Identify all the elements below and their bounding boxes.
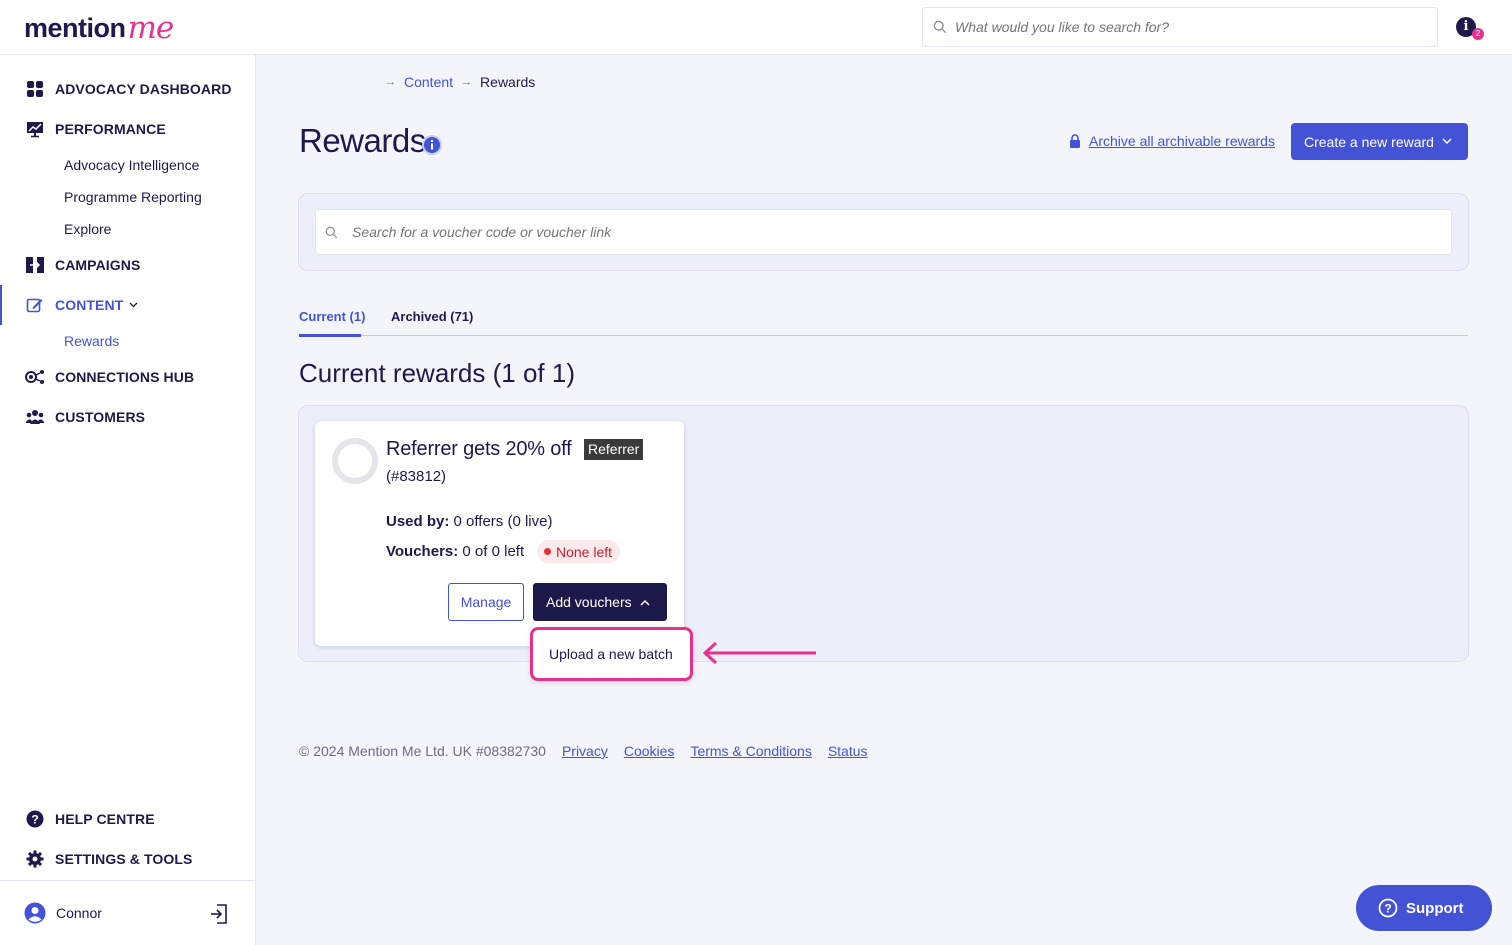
add-vouchers-dropdown: Upload a new batch xyxy=(530,627,693,681)
footer-copyright: © 2024 Mention Me Ltd. UK #08382730 xyxy=(299,743,546,759)
used-by-value: 0 offers (0 live) xyxy=(449,513,553,530)
sidebar-item-label: CAMPAIGNS xyxy=(55,257,141,273)
sidebar-item-help-centre[interactable]: ? HELP CENTRE xyxy=(0,799,255,839)
sidebar-item-campaigns[interactable]: CAMPAIGNS xyxy=(0,245,255,285)
vouchers-label: Vouchers: xyxy=(386,543,459,560)
reward-card: Referrer gets 20% off Referrer (#83812) … xyxy=(315,421,684,646)
customers-icon xyxy=(24,406,46,428)
sidebar-item-label: CUSTOMERS xyxy=(55,409,146,425)
sidebar-subitem-explore[interactable]: Explore xyxy=(0,213,255,245)
status-dot-icon xyxy=(544,548,551,555)
footer-link-terms[interactable]: Terms & Conditions xyxy=(690,743,811,759)
search-icon xyxy=(325,226,338,238)
sidebar-item-settings-tools[interactable]: SETTINGS & TOOLS xyxy=(0,839,255,879)
tab-archived[interactable]: Archived (71) xyxy=(391,309,473,324)
arrow-right-icon: → xyxy=(385,76,396,88)
svg-text:?: ? xyxy=(1384,902,1391,916)
voucher-search-box[interactable] xyxy=(315,209,1452,255)
upload-new-batch-option[interactable]: Upload a new batch xyxy=(549,646,673,662)
logout-icon[interactable] xyxy=(208,903,230,925)
archive-all-link-label: Archive all archivable rewards xyxy=(1089,133,1275,149)
reward-vouchers: Vouchers: 0 of 0 left xyxy=(386,543,524,560)
gear-icon xyxy=(24,848,46,870)
logo-me-script: me xyxy=(127,10,175,46)
sidebar-bottom-nav: ? HELP CENTRE SETTINGS & TOOLS xyxy=(0,799,255,879)
top-bar: mentionme i 2 xyxy=(0,0,1512,55)
reward-avatar xyxy=(332,438,378,484)
voucher-search-input[interactable] xyxy=(352,224,1432,240)
status-badge-label: None left xyxy=(556,543,613,560)
arrow-right-icon: → xyxy=(461,76,473,88)
footer: © 2024 Mention Me Ltd. UK #08382730 Priv… xyxy=(299,743,884,759)
reward-id: (#83812) xyxy=(386,468,447,485)
dashboard-icon xyxy=(24,78,46,100)
sidebar-subitem-programme-reporting[interactable]: Programme Reporting xyxy=(0,181,255,213)
support-label: Support xyxy=(1406,899,1464,917)
sidebar-item-connections-hub[interactable]: CONNECTIONS HUB xyxy=(0,357,255,397)
callout-arrow-icon xyxy=(702,641,816,665)
vouchers-value: 0 of 0 left xyxy=(458,543,525,560)
manage-button[interactable]: Manage xyxy=(448,583,524,621)
reward-title[interactable]: Referrer gets 20% off xyxy=(386,438,572,461)
sidebar: ADVOCACY DASHBOARD PERFORMANCE Advocacy … xyxy=(0,55,256,945)
lock-icon xyxy=(1070,134,1080,148)
footer-link-privacy[interactable]: Privacy xyxy=(562,743,608,759)
support-button[interactable]: ? Support xyxy=(1356,885,1492,931)
help-circle-icon: ? xyxy=(1378,898,1398,918)
create-new-reward-label: Create a new reward xyxy=(1304,133,1434,150)
info-icon[interactable] xyxy=(422,135,442,155)
reward-used-by: Used by: 0 offers (0 live) xyxy=(386,513,552,530)
tab-current[interactable]: Current (1) xyxy=(299,309,365,337)
sidebar-item-label: CONNECTIONS HUB xyxy=(55,369,195,385)
chevron-down-icon xyxy=(129,300,138,311)
status-badge: None left xyxy=(537,540,621,563)
breadcrumb: → Content → Rewards xyxy=(385,74,535,90)
search-icon xyxy=(933,20,947,34)
svg-text:?: ? xyxy=(31,813,38,827)
notification-count-badge: 2 xyxy=(1472,28,1484,40)
campaigns-icon xyxy=(24,254,46,276)
footer-link-status[interactable]: Status xyxy=(828,743,868,759)
sidebar-subitem-advocacy-intelligence[interactable]: Advocacy Intelligence xyxy=(0,149,255,181)
breadcrumb-current: Rewards xyxy=(480,74,536,90)
sidebar-item-performance[interactable]: PERFORMANCE xyxy=(0,109,255,149)
logo-wordmark: mention xyxy=(24,12,126,43)
global-search-input[interactable] xyxy=(955,19,1415,35)
reward-tabs: Current (1) Archived (71) xyxy=(299,300,1468,337)
performance-icon xyxy=(24,118,46,140)
sidebar-item-label: SETTINGS & TOOLS xyxy=(55,851,193,867)
sidebar-item-label: HELP CENTRE xyxy=(55,811,155,827)
user-profile[interactable]: Connor xyxy=(0,880,255,945)
help-icon: ? xyxy=(24,808,46,830)
sidebar-item-content[interactable]: CONTENT xyxy=(0,285,255,325)
breadcrumb-content-link[interactable]: Content xyxy=(404,74,453,90)
add-vouchers-label: Add vouchers xyxy=(546,594,632,610)
mention-me-logo[interactable]: mention me xyxy=(24,8,175,48)
sidebar-item-label: CONTENT xyxy=(55,297,124,313)
sidebar-item-label: ADVOCACY DASHBOARD xyxy=(55,81,232,97)
sidebar-subitem-rewards[interactable]: Rewards xyxy=(0,325,255,357)
user-name: Connor xyxy=(56,905,102,921)
user-avatar-icon xyxy=(24,902,46,924)
used-by-label: Used by: xyxy=(386,513,450,530)
global-search[interactable] xyxy=(922,7,1438,47)
sidebar-nav: ADVOCACY DASHBOARD PERFORMANCE Advocacy … xyxy=(0,69,255,437)
content-edit-icon xyxy=(24,294,46,316)
create-new-reward-button[interactable]: Create a new reward xyxy=(1291,123,1468,160)
connections-icon xyxy=(24,366,46,388)
archive-all-link[interactable]: Archive all archivable rewards xyxy=(1069,133,1275,149)
page-title: Rewards xyxy=(299,122,426,159)
voucher-search-panel xyxy=(298,193,1469,271)
section-title: Current rewards (1 of 1) xyxy=(299,358,575,388)
footer-link-cookies[interactable]: Cookies xyxy=(624,743,675,759)
sidebar-item-advocacy-dashboard[interactable]: ADVOCACY DASHBOARD xyxy=(0,69,255,109)
sidebar-item-label: PERFORMANCE xyxy=(55,121,166,137)
reward-type-tag: Referrer xyxy=(584,439,644,460)
sidebar-item-customers[interactable]: CUSTOMERS xyxy=(0,397,255,437)
add-vouchers-button[interactable]: Add vouchers xyxy=(533,583,667,621)
chevron-up-icon xyxy=(640,599,650,606)
chevron-down-icon xyxy=(1442,138,1452,145)
